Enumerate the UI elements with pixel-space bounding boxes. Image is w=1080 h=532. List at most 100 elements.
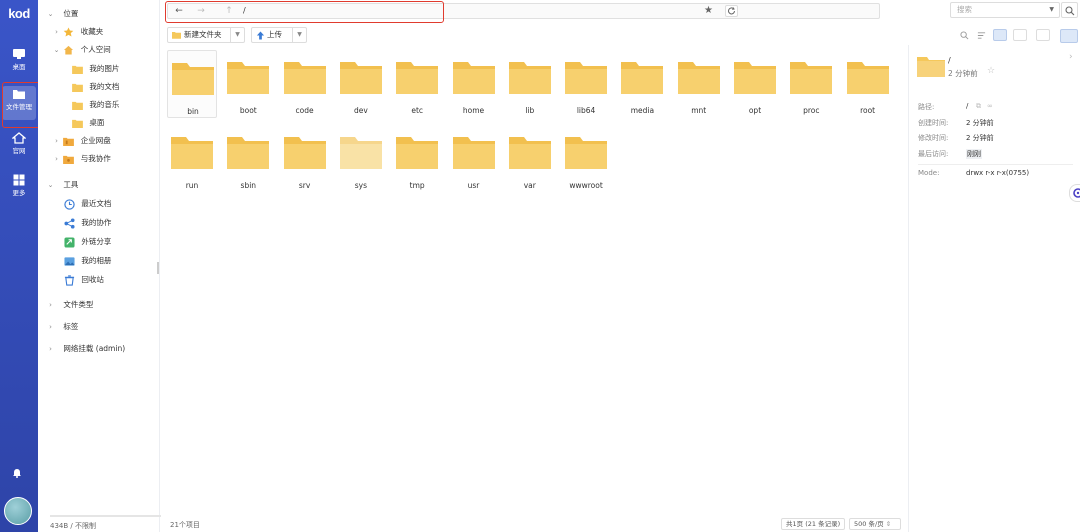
- folder-item[interactable]: srv: [280, 125, 330, 193]
- rail-item-website[interactable]: 官网: [2, 130, 36, 164]
- folder-name: proc: [803, 106, 820, 115]
- folder-item[interactable]: sys: [336, 125, 386, 193]
- split-view-icon[interactable]: [1036, 29, 1050, 41]
- desktop-icon: [13, 49, 25, 59]
- refresh-icon[interactable]: [725, 5, 738, 17]
- chevron-down-icon[interactable]: ▼: [230, 28, 244, 42]
- folder-name: lib64: [576, 106, 596, 115]
- tree-item-tags[interactable]: › 标签: [46, 320, 78, 334]
- star-outline-icon[interactable]: ☆: [987, 66, 995, 76]
- tree-item-my-pictures[interactable]: 我的图片: [72, 62, 119, 76]
- chevron-right-icon[interactable]: ›: [1069, 52, 1073, 62]
- folder-name: boot: [239, 106, 257, 115]
- folder-item[interactable]: lib: [505, 50, 555, 118]
- folder-item[interactable]: lib64: [561, 50, 611, 118]
- per-page-select[interactable]: 500 条/页 ⇕: [849, 518, 901, 530]
- folder-name: sbin: [240, 181, 257, 190]
- tree-tools-header[interactable]: ⌄ 工具: [46, 178, 79, 192]
- link-icon[interactable]: ∞: [987, 102, 993, 110]
- folder-name: srv: [298, 181, 311, 190]
- folder-item[interactable]: mnt: [674, 50, 724, 118]
- tree-item-network-mount[interactable]: › 网络挂载 (admin): [46, 342, 125, 356]
- toggle-details-panel-button[interactable]: [1060, 29, 1078, 43]
- tree-item-my-collab[interactable]: 我的协作: [64, 216, 111, 230]
- upload-icon: [256, 30, 265, 40]
- folder-item[interactable]: root: [843, 50, 893, 118]
- star-icon[interactable]: ★: [704, 5, 713, 16]
- search-button[interactable]: [1061, 2, 1078, 18]
- folder-item[interactable]: code: [280, 50, 330, 118]
- tree-label-shared-with-me: 与我协作: [80, 154, 111, 163]
- tree-label-my-album: 我的相册: [81, 256, 112, 265]
- left-rail: kod 桌面 文件管理 官网 更多: [0, 0, 38, 532]
- folder-icon: [917, 57, 945, 77]
- folder-item[interactable]: opt: [730, 50, 780, 118]
- details-accessed-label: 最后访问:: [918, 150, 949, 158]
- tree-item-my-documents[interactable]: 我的文档: [72, 80, 119, 94]
- tree-item-recent-docs[interactable]: 最近文档: [64, 197, 111, 211]
- folder-icon: [72, 83, 83, 92]
- zoom-icon[interactable]: [960, 31, 969, 40]
- assistant-icon: [1073, 188, 1080, 198]
- home-icon: [64, 45, 74, 55]
- upload-label: 上传: [267, 30, 282, 39]
- folder-item[interactable]: var: [505, 125, 555, 193]
- sort-icon[interactable]: [977, 31, 986, 40]
- chevron-down-icon[interactable]: ▼: [1049, 3, 1054, 17]
- folder-item[interactable]: tmp: [392, 125, 442, 193]
- highlight-box-address: [165, 1, 444, 23]
- app-logo[interactable]: kod: [0, 6, 38, 21]
- tree-item-personal-space[interactable]: ⌄ 个人空间: [52, 43, 111, 57]
- folder-item[interactable]: sbin: [223, 125, 273, 193]
- tree-label-my-pictures: 我的图片: [89, 64, 120, 73]
- shared-folder-icon: [63, 155, 75, 164]
- folder-item[interactable]: dev: [336, 50, 386, 118]
- tree-item-file-types[interactable]: › 文件类型: [46, 298, 93, 312]
- folder-name: mnt: [691, 106, 707, 115]
- panel-resize-handle[interactable]: [157, 262, 159, 274]
- list-view-icon[interactable]: [1013, 29, 1027, 41]
- tree-item-shared-with-me[interactable]: › 与我协作: [52, 152, 111, 166]
- folder-item[interactable]: usr: [449, 125, 499, 193]
- grid-view-icon[interactable]: [993, 29, 1007, 41]
- folder-tree: ⌄ 位置 › 收藏夹 ⌄ 个人空间 我的图片 我的文档 我的音乐 桌面 › 企业…: [38, 0, 186, 532]
- tree-label-favorites: 收藏夹: [80, 27, 104, 36]
- folder-item[interactable]: media: [617, 50, 667, 118]
- folder-item[interactable]: home: [449, 50, 499, 118]
- tree-item-enterprise-disk[interactable]: › 企业网盘: [52, 134, 111, 148]
- folder-item[interactable]: boot: [223, 50, 273, 118]
- tree-item-recycle-bin[interactable]: 回收站: [64, 273, 104, 287]
- search-input[interactable]: 搜索 ▼: [950, 2, 1060, 18]
- folder-item[interactable]: bin: [167, 50, 217, 118]
- search-placeholder: 搜索: [957, 5, 972, 14]
- copy-icon[interactable]: ⧉: [976, 102, 981, 111]
- folder-icon: [677, 62, 720, 94]
- tree-item-link-share[interactable]: 外链分享: [64, 235, 111, 249]
- folder-name: wwwroot: [569, 181, 603, 190]
- folder-name: dev: [353, 106, 368, 115]
- folder-item[interactable]: wwwroot: [561, 125, 611, 193]
- clock-icon: [64, 198, 75, 210]
- bell-icon[interactable]: [12, 468, 22, 478]
- folder-item[interactable]: etc: [392, 50, 442, 118]
- tree-item-desktop[interactable]: 桌面: [72, 116, 104, 130]
- tree-location-header[interactable]: ⌄ 位置: [46, 7, 79, 21]
- assistant-bubble[interactable]: [1069, 184, 1080, 202]
- folder-item[interactable]: run: [167, 125, 217, 193]
- tree-item-my-music[interactable]: 我的音乐: [72, 98, 119, 112]
- chevron-down-icon[interactable]: ▼: [292, 28, 306, 42]
- new-folder-button[interactable]: 新建文件夹 ▼: [167, 27, 245, 43]
- rail-item-more[interactable]: 更多: [2, 172, 36, 206]
- folder-item[interactable]: proc: [786, 50, 836, 118]
- tree-item-my-album[interactable]: 我的相册: [64, 254, 111, 268]
- tree-label-desktop: 桌面: [89, 118, 105, 127]
- rail-item-desktop[interactable]: 桌面: [2, 46, 36, 80]
- chevron-right-icon: ›: [55, 28, 58, 36]
- upload-button[interactable]: 上传 ▼: [251, 27, 307, 43]
- tree-item-favorites[interactable]: › 收藏夹: [52, 25, 103, 39]
- user-avatar[interactable]: [4, 497, 32, 525]
- folder-icon: [452, 137, 495, 169]
- details-mode-label: Mode:: [918, 169, 940, 177]
- tree-tools-label: 工具: [63, 180, 79, 189]
- tree-label-my-documents: 我的文档: [89, 82, 120, 91]
